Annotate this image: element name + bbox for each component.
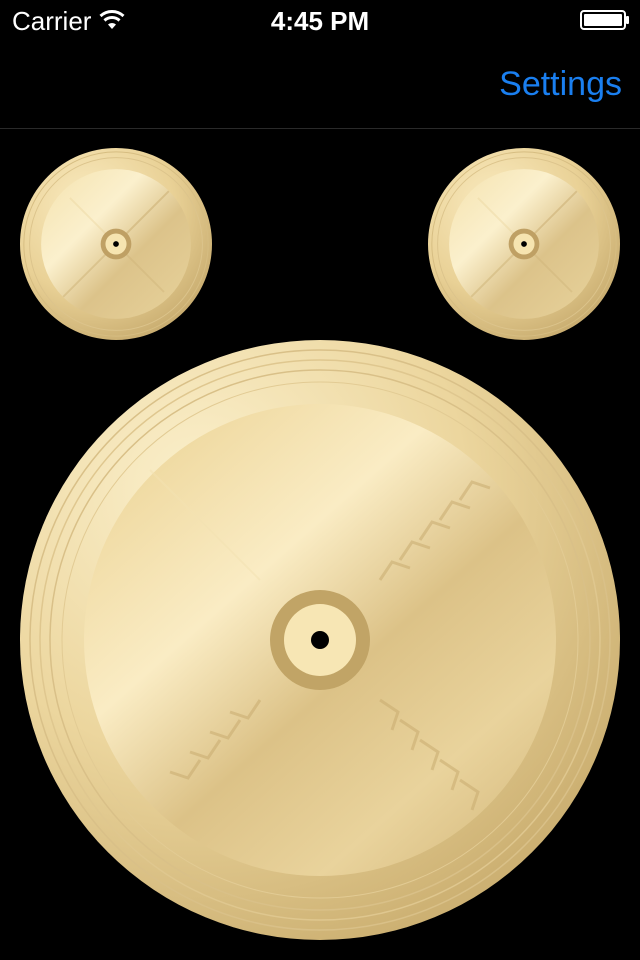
navigation-bar: Settings bbox=[0, 40, 640, 129]
battery-full-icon bbox=[580, 10, 630, 30]
cymbal-right[interactable] bbox=[428, 148, 620, 340]
status-bar: Carrier 4:45 PM bbox=[0, 0, 640, 40]
app-screen: Carrier 4:45 PM Settings bbox=[0, 0, 640, 960]
cymbal-icon bbox=[20, 148, 212, 340]
cymbal-icon bbox=[428, 148, 620, 340]
cymbal-icon bbox=[20, 340, 620, 940]
settings-button[interactable]: Settings bbox=[499, 64, 622, 104]
cymbal-main[interactable] bbox=[20, 340, 620, 940]
cymbal-left[interactable] bbox=[20, 148, 212, 340]
status-time: 4:45 PM bbox=[270, 6, 370, 36]
